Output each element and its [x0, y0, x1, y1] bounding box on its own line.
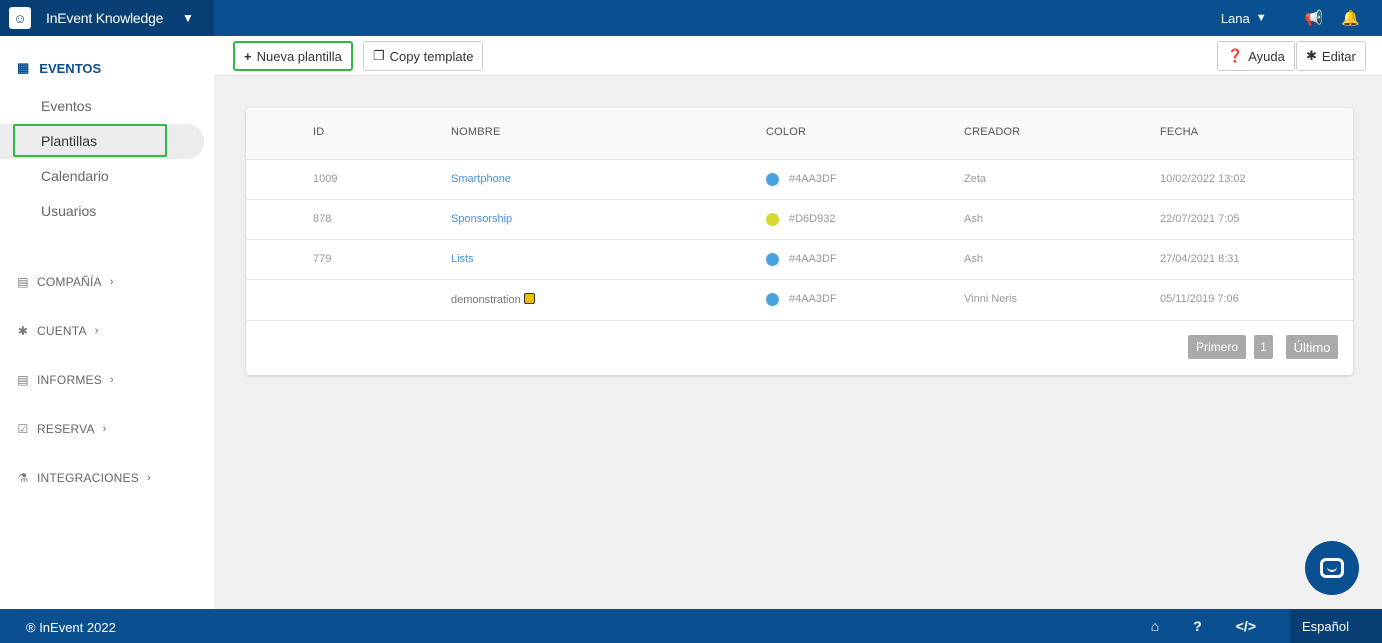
table-row[interactable]: 1009 Smartphone #4AA3DF Zeta 10/02/2022 …	[246, 160, 1353, 200]
cell-creator: Zeta	[964, 173, 987, 185]
sidebar-group-cuenta[interactable]: ✱ CUENTA ›	[17, 324, 99, 338]
color-swatch	[766, 253, 779, 266]
building-icon: ▤	[17, 373, 29, 387]
company-logo-icon: ☺	[9, 7, 31, 29]
cell-creator: Vinni Neris	[964, 293, 1017, 305]
table-row[interactable]: 878 Sponsorship #D6D932 Ash 22/07/2021 7…	[246, 200, 1353, 240]
sidebar-group-label: RESERVA	[37, 422, 95, 436]
copy-icon: ❐	[373, 48, 385, 63]
lock-icon	[523, 293, 535, 304]
user-name: Lana	[1220, 10, 1250, 26]
sidebar-group-label: CUENTA	[37, 324, 87, 338]
sidebar-item-eventos[interactable]: Eventos	[41, 98, 92, 114]
column-header-date[interactable]: FECHA	[1160, 126, 1198, 138]
column-header-color[interactable]: COLOR	[766, 126, 806, 138]
calendar-icon: ▦	[17, 60, 30, 75]
cell-date: 05/11/2019 7:06	[1160, 293, 1239, 305]
plus-icon: +	[244, 48, 252, 64]
code-icon[interactable]: </>	[1236, 618, 1256, 634]
edit-label: Editar	[1321, 48, 1356, 64]
column-header-creator[interactable]: CREADOR	[964, 126, 1020, 138]
sidebar-group-label: COMPAÑÍA	[37, 275, 102, 289]
cell-creator: Ash	[964, 253, 983, 265]
building-icon: ▤	[17, 275, 29, 289]
pagination-first-button[interactable]: Primero	[1188, 335, 1246, 359]
cell-name-link[interactable]: Sponsorship	[451, 213, 512, 225]
cell-color: #4AA3DF	[789, 173, 837, 185]
language-label: Español	[1302, 618, 1349, 634]
new-template-label: Nueva plantilla	[256, 48, 342, 64]
column-header-id[interactable]: ID	[313, 126, 324, 138]
cell-creator: Ash	[964, 213, 983, 225]
table-row[interactable]: demonstration #4AA3DF Vinni Neris 05/11/…	[246, 280, 1353, 321]
footer: ® InEvent 2022 ⌂ ? </> Español	[0, 609, 1382, 643]
gear-icon: ✱	[17, 324, 29, 338]
cell-name-link[interactable]: Smartphone	[451, 173, 511, 185]
sidebar-item-calendario[interactable]: Calendario	[41, 168, 109, 184]
megaphone-icon[interactable]: 📢	[1305, 9, 1324, 27]
copy-template-button[interactable]: ❐ Copy template	[363, 41, 484, 71]
gear-icon: ✱	[1306, 48, 1317, 63]
company-switcher[interactable]: ☺ InEvent Knowledge ▼	[0, 0, 214, 36]
cell-color: #4AA3DF	[789, 253, 837, 265]
sidebar-item-usuarios[interactable]: Usuarios	[41, 203, 96, 219]
help-label: Ayuda	[1248, 48, 1285, 64]
table-row[interactable]: 779 Lists #4AA3DF Ash 27/04/2021 8:31	[246, 240, 1353, 280]
calendar-check-icon: ☑	[17, 422, 29, 436]
cell-name-text: demonstration	[451, 294, 521, 306]
sidebar-group-integraciones[interactable]: ⚗ INTEGRACIONES ›	[17, 471, 151, 485]
cell-date: 27/04/2021 8:31	[1160, 253, 1240, 265]
top-bar: ☺ InEvent Knowledge ▼ Lana ▼ 📢 🔔	[0, 0, 1382, 36]
sidebar-group-label: INFORMES	[37, 373, 102, 387]
cell-id: 779	[313, 253, 332, 265]
cell-date: 22/07/2021 7:05	[1160, 213, 1240, 225]
chevron-right-icon: ›	[146, 472, 151, 484]
cell-id: 1009	[313, 173, 338, 185]
question-circle-icon: ❓	[1227, 48, 1244, 63]
toolbar: + Nueva plantilla ❐ Copy template ❓ Ayud…	[214, 36, 1382, 76]
question-icon[interactable]: ?	[1193, 618, 1202, 634]
color-swatch	[766, 173, 779, 186]
chevron-down-icon: ▼	[1255, 12, 1267, 24]
pagination-last-button[interactable]: Último	[1286, 335, 1338, 359]
chevron-right-icon: ›	[109, 374, 114, 386]
flask-icon: ⚗	[17, 471, 29, 485]
bell-icon[interactable]: 🔔	[1341, 9, 1360, 27]
pagination-page-button[interactable]: 1	[1254, 335, 1273, 359]
chevron-right-icon: ›	[102, 423, 107, 435]
column-header-name[interactable]: NOMBRE	[451, 126, 500, 138]
sidebar-group-reserva[interactable]: ☑ RESERVA ›	[17, 422, 107, 436]
sidebar-group-informes[interactable]: ▤ INFORMES ›	[17, 373, 114, 387]
color-swatch	[766, 293, 779, 306]
user-menu[interactable]: Lana ▼	[1221, 11, 1267, 26]
cell-color: #4AA3DF	[789, 293, 837, 305]
language-selector[interactable]: Español	[1290, 609, 1382, 643]
chevron-right-icon: ›	[94, 325, 99, 337]
edit-button[interactable]: ✱ Editar	[1296, 41, 1366, 71]
chevron-right-icon: ›	[109, 276, 114, 288]
table-header: ID NOMBRE COLOR CREADOR FECHA	[246, 108, 1353, 160]
cell-date: 10/02/2022 13:02	[1160, 173, 1246, 185]
help-button[interactable]: ❓ Ayuda	[1217, 41, 1295, 71]
cell-name: demonstration	[451, 293, 535, 306]
chat-icon	[1320, 558, 1344, 578]
sidebar-section-eventos[interactable]: ▦ EVENTOS	[17, 60, 101, 76]
sidebar-section-label: EVENTOS	[39, 60, 102, 76]
sidebar: ▦ EVENTOS Eventos Plantillas Calendario …	[0, 36, 214, 609]
company-name: InEvent Knowledge	[46, 10, 164, 26]
home-icon[interactable]: ⌂	[1151, 618, 1159, 634]
cell-id: 878	[313, 213, 332, 225]
chevron-down-icon[interactable]: ▼	[182, 11, 194, 25]
cell-name-link[interactable]: Lists	[451, 253, 474, 265]
color-swatch	[766, 213, 779, 226]
copyright: ® InEvent 2022	[26, 620, 116, 635]
sidebar-group-compania[interactable]: ▤ COMPAÑÍA ›	[17, 275, 114, 289]
new-template-button[interactable]: + Nueva plantilla	[233, 41, 353, 71]
copy-template-label: Copy template	[389, 48, 474, 64]
sidebar-group-label: INTEGRACIONES	[37, 471, 139, 485]
chat-launcher-button[interactable]	[1305, 541, 1359, 595]
sidebar-item-plantillas[interactable]: Plantillas	[41, 133, 97, 149]
cell-color: #D6D932	[789, 213, 836, 225]
templates-table: ID NOMBRE COLOR CREADOR FECHA 1009 Smart…	[246, 108, 1353, 375]
